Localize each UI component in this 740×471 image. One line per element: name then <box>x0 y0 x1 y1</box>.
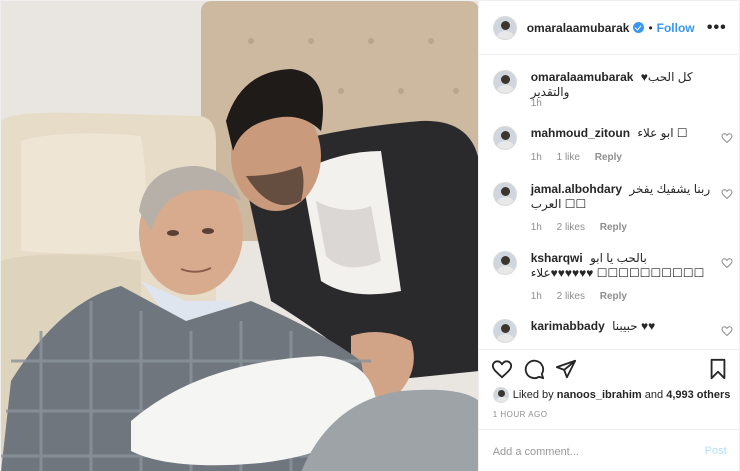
comment-item: jamal.albohdary ربنا يشفيك يفخر العرب ☐☐… <box>492 182 733 238</box>
comment-username[interactable]: karimabbady <box>531 319 605 333</box>
caption-body: omaralaamubarak ♥كل الحب والتقدير <box>531 70 711 100</box>
comment-like-heart-icon[interactable] <box>721 257 733 269</box>
add-comment-bar: Post <box>478 429 740 471</box>
comment-text: ابو علاء ☐ <box>637 126 688 140</box>
comment-username[interactable]: jamal.albohdary <box>531 182 622 196</box>
comment-avatar[interactable] <box>492 251 517 275</box>
caption-time: 1h <box>530 98 542 109</box>
heart-icon[interactable] <box>491 358 513 380</box>
post-photo[interactable] <box>1 1 478 471</box>
action-bar <box>478 349 740 383</box>
comment-body: jamal.albohdary ربنا يشفيك يفخر العرب ☐☐ <box>531 182 711 212</box>
share-icon[interactable] <box>555 358 577 380</box>
comment-avatar[interactable] <box>492 319 517 343</box>
comment-time: 1h <box>530 291 542 302</box>
comment-username[interactable]: ksharqwi <box>531 251 583 265</box>
comment-like-heart-icon[interactable] <box>721 188 733 200</box>
liker-avatar[interactable] <box>492 387 509 403</box>
more-options-icon[interactable]: ••• <box>707 19 727 37</box>
comment-meta: 1h 2 likes Reply <box>531 291 639 302</box>
likes-joiner: and <box>644 389 664 401</box>
header-separator: • <box>648 20 653 35</box>
follow-button[interactable]: Follow <box>657 21 695 35</box>
bookmark-icon[interactable] <box>707 358 729 380</box>
comment-meta: 1h 2 likes Reply <box>531 222 639 233</box>
comment-avatar[interactable] <box>492 182 517 206</box>
comment-meta: 1h 1 like Reply <box>531 152 634 163</box>
comment-body: mahmoud_zitoun ابو علاء ☐ <box>531 126 711 141</box>
post-side-panel: omaralaamubarak • Follow ••• omaralaamub… <box>477 1 740 471</box>
likes-prefix: Liked by <box>512 389 554 401</box>
caption: omaralaamubarak ♥كل الحب والتقدير 1h <box>492 70 733 112</box>
caption-avatar[interactable] <box>492 70 517 94</box>
comment-like-heart-icon[interactable] <box>721 325 733 337</box>
comment-body: karimabbady حبيبنا ♥♥ <box>531 319 711 334</box>
comment-likes[interactable]: 1 like <box>557 152 580 163</box>
post-header: omaralaamubarak • Follow ••• <box>478 1 740 55</box>
author-username[interactable]: omaralaamubarak <box>527 21 630 35</box>
comment-icon[interactable] <box>523 358 545 380</box>
comment-item: mahmoud_zitoun ابو علاء ☐ 1h 1 like Repl… <box>492 126 733 166</box>
post-comment-button[interactable]: Post <box>705 445 727 457</box>
comment-avatar[interactable] <box>492 126 517 150</box>
instagram-post: omaralaamubarak • Follow ••• omaralaamub… <box>0 0 740 471</box>
post-timestamp[interactable]: 1 HOUR AGO <box>493 410 548 419</box>
liker-username[interactable]: nanoos_ibrahim <box>557 389 642 401</box>
comment-likes[interactable]: 2 likes <box>557 222 585 233</box>
reply-button[interactable]: Reply <box>600 222 627 233</box>
verified-badge-icon <box>633 22 645 33</box>
comment-time: 1h <box>530 222 542 233</box>
photo-illustration <box>1 1 478 471</box>
comment-time: 1h <box>530 152 542 163</box>
comment-username[interactable]: mahmoud_zitoun <box>531 126 630 140</box>
comments-list[interactable]: omaralaamubarak ♥كل الحب والتقدير 1h mah… <box>479 56 740 348</box>
caption-meta: 1h <box>531 98 554 109</box>
author-avatar[interactable] <box>492 15 517 40</box>
comment-text: حبيبنا ♥♥ <box>612 319 656 333</box>
reply-button[interactable]: Reply <box>595 152 622 163</box>
comment-item: ksharqwi بالحب يا ابو علاء♥♥♥♥♥♥ ☐☐☐☐☐☐☐… <box>492 251 733 307</box>
reply-button[interactable]: Reply <box>600 291 627 302</box>
add-comment-input[interactable] <box>492 444 693 460</box>
comment-likes[interactable]: 2 likes <box>557 291 585 302</box>
comment-body: ksharqwi بالحب يا ابو علاء♥♥♥♥♥♥ ☐☐☐☐☐☐☐… <box>531 251 711 281</box>
likes-others-link[interactable]: 4,993 others <box>666 389 730 401</box>
comment-like-heart-icon[interactable] <box>721 132 733 144</box>
comment-item: karimabbady حبيبنا ♥♥ <box>492 319 733 347</box>
likes-summary: Liked by nanoos_ibrahim and 4,993 others <box>492 387 730 403</box>
caption-username[interactable]: omaralaamubarak <box>531 70 634 84</box>
